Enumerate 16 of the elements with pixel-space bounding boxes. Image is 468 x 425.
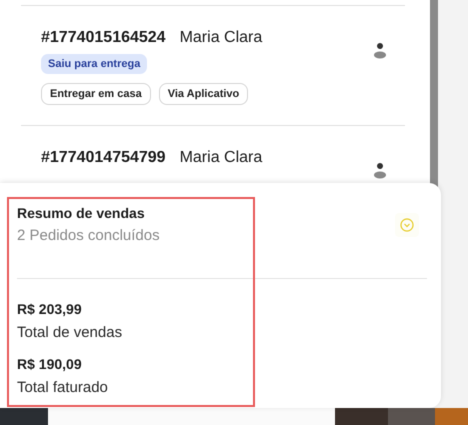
tag-chip: Via Aplicativo: [158, 83, 248, 105]
person-icon[interactable]: [373, 162, 387, 179]
order-number: #1774014754799: [41, 148, 166, 168]
status-badge: Saiu para entrega: [41, 54, 148, 74]
chevron-icon: [400, 218, 414, 232]
total-value: R$ 190,09: [17, 356, 83, 372]
summary-title: Resumo de vendas: [17, 205, 146, 221]
person-icon[interactable]: [373, 42, 387, 59]
total-label: Total de vendas: [17, 324, 124, 341]
summary-subtitle: 2 Pedidos concluídos: [17, 227, 160, 244]
order-number: #1774015164524: [41, 28, 166, 48]
customer-name: Maria Clara: [180, 148, 262, 168]
customer-name: Maria Clara: [180, 28, 262, 48]
total-value: R$ 203,99: [17, 301, 83, 317]
tag-chip: Entregar em casa: [41, 83, 151, 105]
total-label: Total faturado: [17, 379, 109, 396]
